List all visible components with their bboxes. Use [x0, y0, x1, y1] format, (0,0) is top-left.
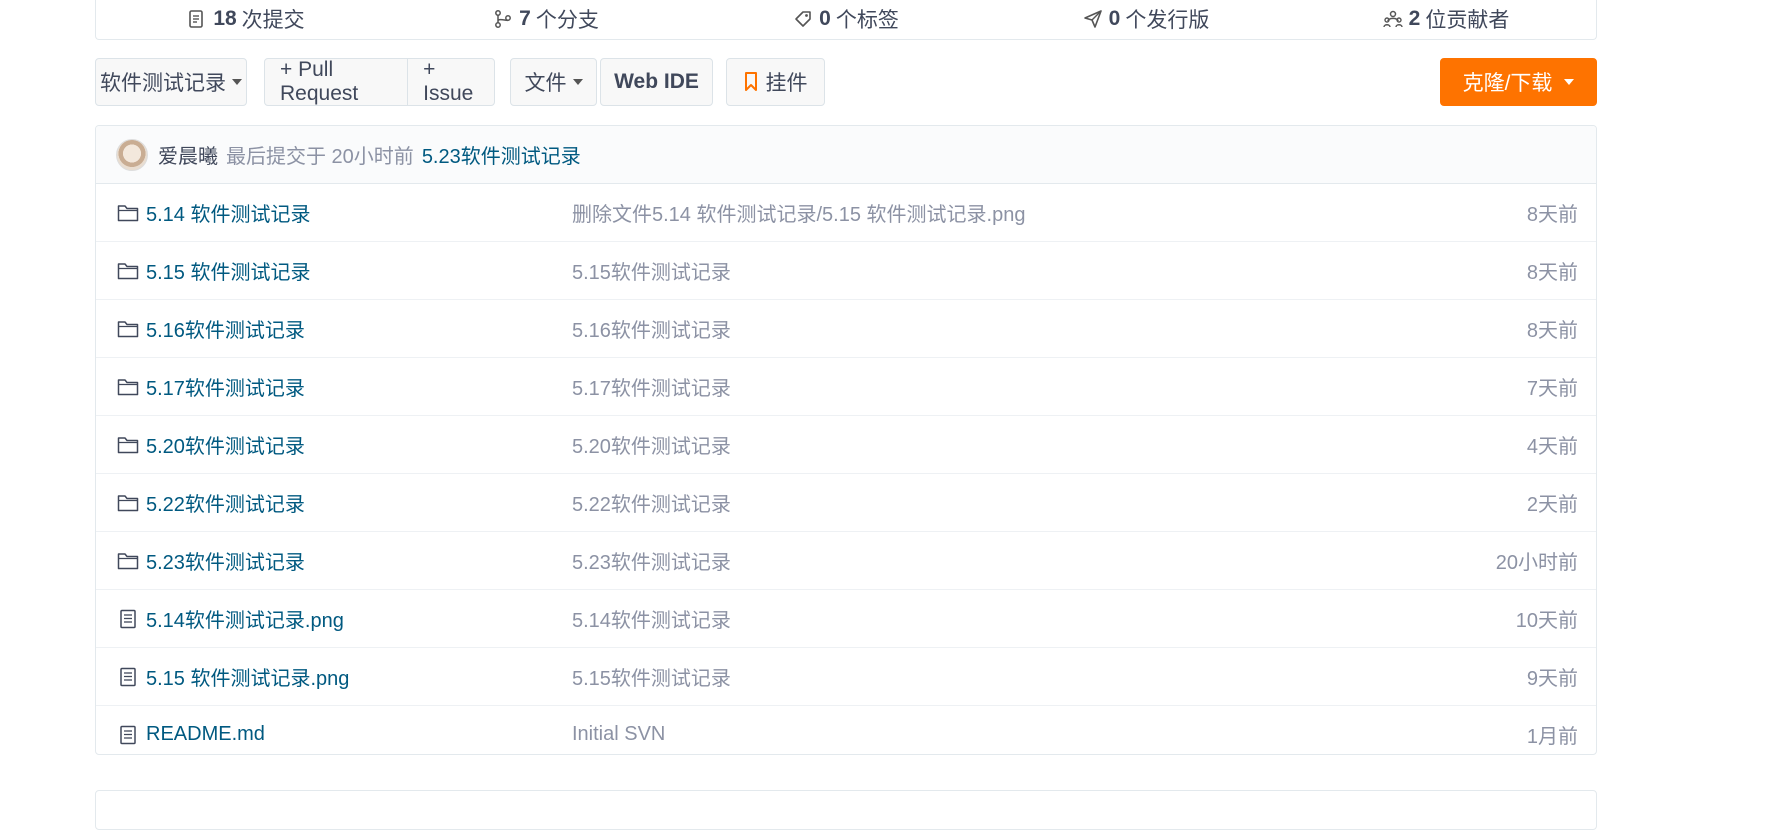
file-row: 5.22软件测试记录 5.22软件测试记录 2天前 [96, 474, 1596, 532]
new-issue-button[interactable]: + Issue [407, 58, 494, 105]
contributors-icon [1382, 10, 1403, 27]
folder-icon [116, 259, 140, 283]
stat-releases[interactable]: 0 个发行版 [996, 0, 1296, 34]
file-icon [116, 607, 140, 631]
branch-select[interactable]: 软件测试记录 [95, 58, 247, 106]
stat-releases-label: 个发行版 [1125, 8, 1210, 32]
file-commit-message[interactable]: Initial SVN [572, 723, 665, 746]
file-commit-age: 9天前 [1526, 668, 1578, 690]
tag-icon [795, 10, 811, 27]
folder-icon [116, 317, 140, 341]
file-name-link[interactable]: 5.14 软件测试记录 [146, 198, 572, 227]
file-commit-message[interactable]: 5.15软件测试记录 [572, 662, 731, 691]
file-commit-age: 8天前 [1526, 320, 1578, 342]
file-commit-message[interactable]: 5.17软件测试记录 [572, 372, 731, 401]
file-name-link[interactable]: 5.15 软件测试记录 [146, 256, 572, 285]
file-commit-message[interactable]: 5.23软件测试记录 [572, 546, 731, 575]
widget-button[interactable]: 挂件 [726, 58, 825, 106]
stat-tags[interactable]: 0 个标签 [696, 0, 996, 34]
file-commit-message[interactable]: 5.22软件测试记录 [572, 488, 731, 517]
file-commit-age: 4天前 [1526, 436, 1578, 458]
folder-icon [116, 433, 140, 457]
file-name-link[interactable]: 5.16软件测试记录 [146, 314, 572, 343]
clone-download-button[interactable]: 克隆/下载 [1440, 58, 1597, 106]
stat-releases-count: 0 [1108, 6, 1121, 30]
file-row: 5.16软件测试记录 5.16软件测试记录 8天前 [96, 300, 1596, 358]
file-row: 5.17软件测试记录 5.17软件测试记录 7天前 [96, 358, 1596, 416]
bookmark-icon [744, 72, 757, 91]
folder-icon [116, 375, 140, 399]
stat-commits-count: 18 [213, 6, 237, 30]
chevron-down-icon [1564, 79, 1575, 85]
file-tree: 爱晨曦 最后提交于 20小时前 5.23软件测试记录 5.14 软件测试记录 删除… [95, 125, 1597, 755]
branch-select-label: 软件测试记录 [100, 72, 226, 95]
file-row: README.md Initial SVN 1月前 [96, 706, 1596, 754]
file-commit-age: 8天前 [1526, 262, 1578, 284]
file-commit-age: 20小时前 [1495, 552, 1578, 574]
readme-panel [95, 790, 1597, 830]
stat-branches-label: 个分支 [535, 8, 599, 32]
commit-time: 最后提交于 20小时前 [226, 146, 414, 168]
commit-icon [189, 9, 204, 28]
stat-commits-label: 次提交 [241, 8, 305, 32]
file-commit-age: 7天前 [1526, 378, 1578, 400]
widget-label: 挂件 [765, 72, 808, 95]
latest-commit-bar: 爱晨曦 最后提交于 20小时前 5.23软件测试记录 [96, 126, 1596, 184]
stat-contributors-count: 2 [1408, 6, 1421, 30]
file-name-link[interactable]: 5.17软件测试记录 [146, 372, 572, 401]
chevron-down-icon [572, 79, 583, 85]
file-row: 5.15 软件测试记录 5.15软件测试记录 8天前 [96, 242, 1596, 300]
new-pull-request-button[interactable]: + Pull Request [265, 58, 407, 105]
file-name-link[interactable]: 5.15 软件测试记录.png [146, 662, 572, 691]
commit-author[interactable]: 爱晨曦 [158, 140, 218, 169]
file-commit-age: 10天前 [1515, 610, 1578, 632]
repo-toolbar: 软件测试记录 + Pull Request + Issue 文件 Web IDE… [95, 58, 1597, 108]
file-commit-age: 1月前 [1526, 726, 1578, 748]
stat-branches[interactable]: 7 个分支 [396, 0, 696, 34]
file-row: 5.15 软件测试记录.png 5.15软件测试记录 9天前 [96, 648, 1596, 706]
web-ide-button[interactable]: Web IDE [600, 58, 713, 106]
file-row: 5.14 软件测试记录 删除文件5.14 软件测试记录/5.15 软件测试记录.p… [96, 184, 1596, 242]
file-commit-message[interactable]: 5.16软件测试记录 [572, 314, 731, 343]
clone-download-label: 克隆/下载 [1462, 72, 1553, 95]
stat-tags-label: 个标签 [835, 8, 899, 32]
branch-icon [495, 9, 512, 28]
release-icon [1083, 9, 1102, 28]
file-commit-message[interactable]: 删除文件5.14 软件测试记录/5.15 软件测试记录.png [572, 198, 1025, 227]
file-commit-message[interactable]: 5.14软件测试记录 [572, 604, 731, 633]
file-name-link[interactable]: 5.20软件测试记录 [146, 430, 572, 459]
file-name-link[interactable]: README.md [146, 723, 572, 746]
chevron-down-icon [232, 79, 242, 85]
file-row: 5.23软件测试记录 5.23软件测试记录 20小时前 [96, 532, 1596, 590]
stat-branches-count: 7 [519, 6, 531, 30]
stat-contributors-label: 位贡献者 [1425, 8, 1510, 32]
file-name-link[interactable]: 5.14软件测试记录.png [146, 604, 572, 633]
folder-icon [116, 491, 140, 515]
file-menu-label: 文件 [524, 72, 567, 95]
create-button-group: + Pull Request + Issue [264, 58, 495, 106]
commit-message-link[interactable]: 5.23软件测试记录 [422, 140, 581, 169]
file-icon [116, 723, 140, 747]
folder-icon [116, 549, 140, 573]
repo-stats-bar: 18 次提交 7 个分支 0 个标签 0 个发行版 2 位贡献者 [95, 0, 1597, 40]
folder-icon [116, 201, 140, 225]
stat-commits[interactable]: 18 次提交 [96, 0, 396, 34]
file-name-link[interactable]: 5.22软件测试记录 [146, 488, 572, 517]
file-commit-age: 2天前 [1526, 494, 1578, 516]
file-menu-button[interactable]: 文件 [510, 58, 597, 106]
stat-contributors[interactable]: 2 位贡献者 [1296, 0, 1596, 34]
file-commit-age: 8天前 [1526, 204, 1578, 226]
file-commit-message[interactable]: 5.15软件测试记录 [572, 256, 731, 285]
avatar[interactable] [116, 138, 148, 171]
file-row: 5.20软件测试记录 5.20软件测试记录 4天前 [96, 416, 1596, 474]
stat-tags-count: 0 [819, 6, 831, 30]
file-row: 5.14软件测试记录.png 5.14软件测试记录 10天前 [96, 590, 1596, 648]
file-name-link[interactable]: 5.23软件测试记录 [146, 546, 572, 575]
file-commit-message[interactable]: 5.20软件测试记录 [572, 430, 731, 459]
file-icon [116, 665, 140, 689]
